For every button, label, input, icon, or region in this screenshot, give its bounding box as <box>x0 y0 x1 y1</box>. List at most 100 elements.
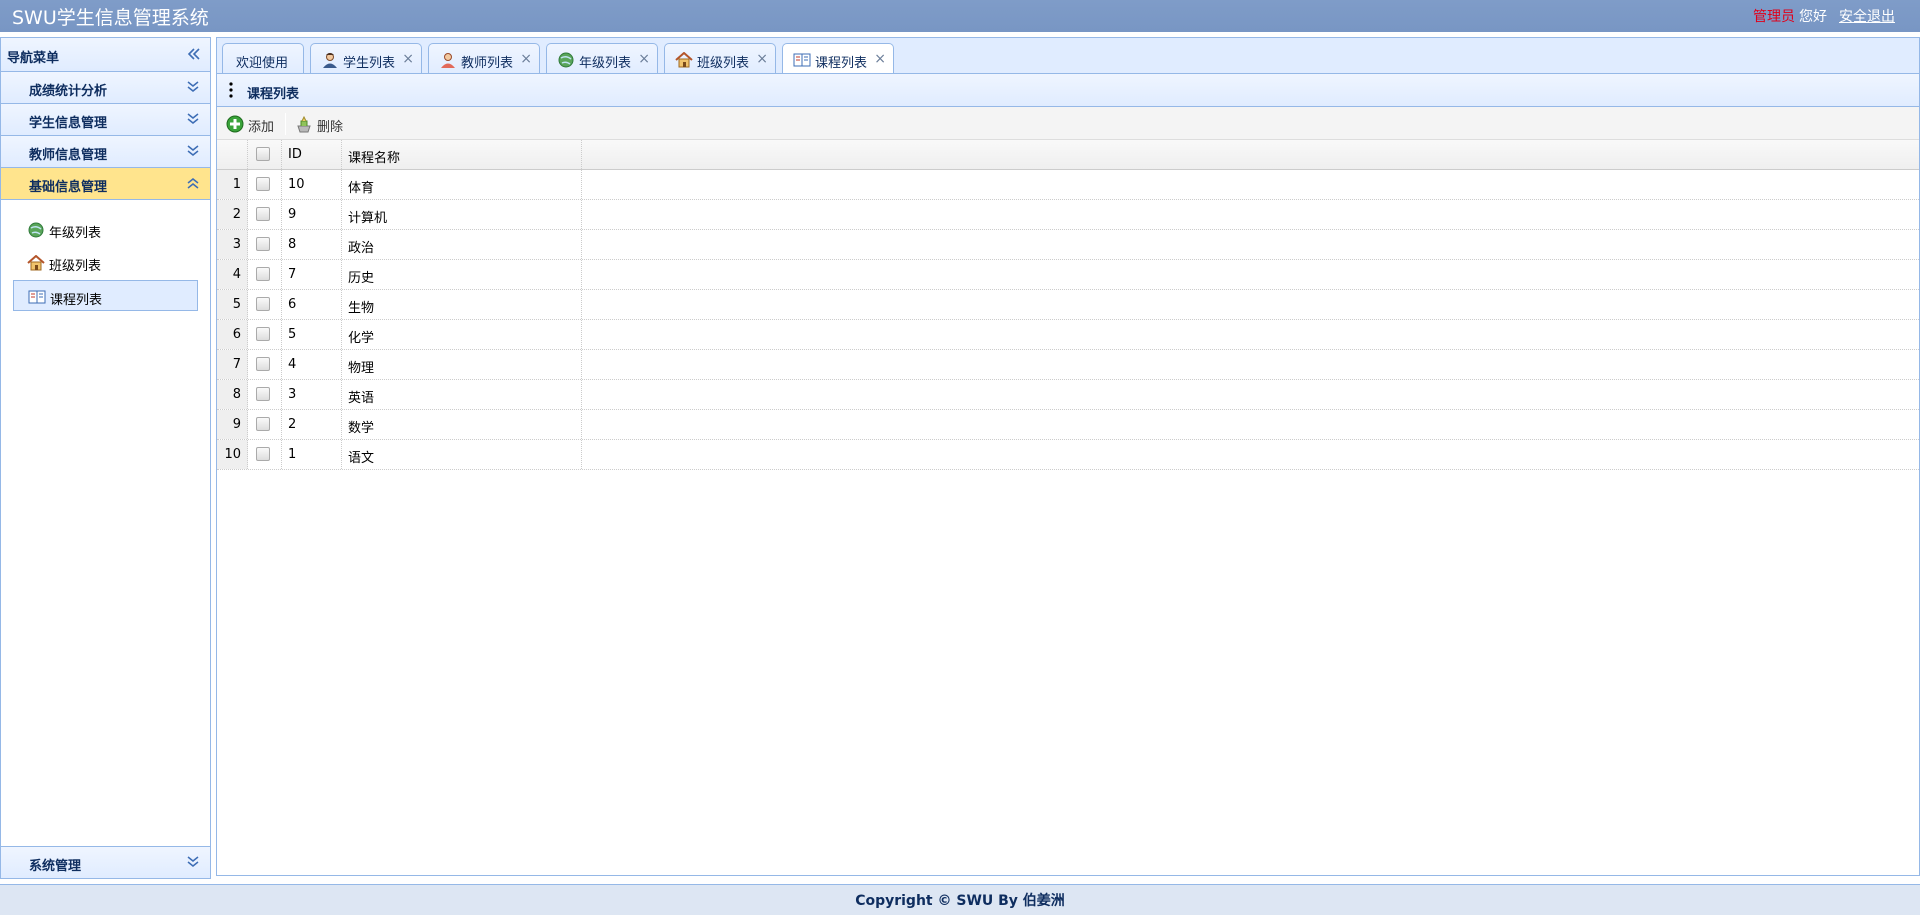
course-id: 10 <box>288 177 305 192</box>
table-row[interactable]: 8 3 英语 <box>217 380 1919 410</box>
row-checkbox[interactable] <box>256 237 270 251</box>
row-checkbox[interactable] <box>256 417 270 431</box>
teacher-icon <box>441 53 455 68</box>
double-chevron-down-icon <box>187 145 199 156</box>
course-id: 3 <box>288 387 297 402</box>
table-row[interactable]: 7 4 物理 <box>217 350 1919 380</box>
student-icon <box>323 53 337 68</box>
table-row[interactable]: 1 10 体育 <box>217 170 1919 200</box>
sidebar-section-teacher-management[interactable]: 教师信息管理 <box>1 136 210 168</box>
sidebar-section-score-analysis[interactable]: 成绩统计分析 <box>1 72 210 104</box>
table-row[interactable]: 2 9 计算机 <box>217 200 1919 230</box>
user-area: 管理员 您好 安全退出 <box>1753 6 1895 26</box>
course-name: 英语 <box>348 391 375 406</box>
course-name: 历史 <box>348 271 375 286</box>
row-select-cell <box>248 440 282 469</box>
column-header-id[interactable]: ID <box>282 140 342 169</box>
row-number: 8 <box>232 387 241 402</box>
row-checkbox[interactable] <box>256 357 270 371</box>
sidebar-section-label: 学生信息管理 <box>29 116 108 131</box>
row-number-cell: 2 <box>217 200 248 229</box>
row-checkbox[interactable] <box>256 447 270 461</box>
row-number: 10 <box>224 447 241 462</box>
tab-label: 班级列表 <box>697 56 750 71</box>
double-chevron-up-icon <box>187 178 199 189</box>
sidebar-section-label: 系统管理 <box>29 859 82 874</box>
user-greeting: 您好 <box>1799 9 1827 25</box>
delete-button-label: 删除 <box>317 120 344 135</box>
sidebar-title: 导航菜单 <box>7 51 60 66</box>
course-id: 5 <box>288 327 297 342</box>
table-row[interactable]: 9 2 数学 <box>217 410 1919 440</box>
course-name: 生物 <box>348 301 375 316</box>
tab-student-list[interactable]: 学生列表 × <box>310 43 422 75</box>
add-button[interactable]: 添加 <box>226 113 282 135</box>
id-cell: 4 <box>282 350 342 379</box>
tab-welcome[interactable]: 欢迎使用 <box>222 43 304 75</box>
row-number-cell: 6 <box>217 320 248 349</box>
row-select-cell <box>248 260 282 289</box>
rownum-header <box>217 140 248 169</box>
main-panel: 课程列表 添加 删除 ID 课程名称 1 10 体育 2 9 计算机 3 8 政治 4 7 历史 5 6 生… <box>216 73 1920 876</box>
row-select-cell <box>248 290 282 319</box>
tab-teacher-list[interactable]: 教师列表 × <box>428 43 540 75</box>
toolbar: 添加 删除 <box>217 107 1919 140</box>
globe-icon <box>28 222 44 238</box>
sidebar-item-grade-list[interactable]: 年级列表 <box>13 214 198 245</box>
course-id: 8 <box>288 237 297 252</box>
course-id: 7 <box>288 267 297 282</box>
sidebar-section-basic-info[interactable]: 基础信息管理 <box>1 168 210 200</box>
logout-link[interactable]: 安全退出 <box>1839 9 1895 25</box>
sidebar-section-label: 教师信息管理 <box>29 148 108 163</box>
course-name: 计算机 <box>348 211 388 226</box>
sidebar-item-label: 班级列表 <box>49 259 102 274</box>
sidebar-section-student-management[interactable]: 学生信息管理 <box>1 104 210 136</box>
table-row[interactable]: 4 7 历史 <box>217 260 1919 290</box>
sidebar-item-course-list[interactable]: 课程列表 <box>13 280 198 311</box>
course-name-cell: 计算机 <box>342 200 582 229</box>
sidebar-item-class-list[interactable]: 班级列表 <box>13 247 198 278</box>
book-icon <box>28 290 46 304</box>
tab-close-button[interactable]: × <box>638 51 650 67</box>
delete-button[interactable]: 删除 <box>295 113 351 135</box>
course-id: 6 <box>288 297 297 312</box>
book-icon <box>793 53 811 67</box>
row-number-cell: 10 <box>217 440 248 469</box>
delete-icon <box>297 115 311 133</box>
column-header-course-name[interactable]: 课程名称 <box>342 140 582 169</box>
table-row[interactable]: 10 1 语文 <box>217 440 1919 470</box>
id-cell: 1 <box>282 440 342 469</box>
row-checkbox[interactable] <box>256 387 270 401</box>
row-checkbox[interactable] <box>256 177 270 191</box>
row-number: 5 <box>232 297 241 312</box>
tab-label: 学生列表 <box>343 56 396 71</box>
course-name: 语文 <box>348 451 375 466</box>
copyright-text: Copyright © SWU By 伯姜洲 <box>855 893 1065 909</box>
row-number: 7 <box>232 357 241 372</box>
course-id: 1 <box>288 447 297 462</box>
course-name: 物理 <box>348 361 375 376</box>
select-all-checkbox[interactable] <box>256 147 270 161</box>
tab-grade-list[interactable]: 年级列表 × <box>546 43 658 75</box>
vertical-dots-icon <box>229 82 233 98</box>
table-row[interactable]: 5 6 生物 <box>217 290 1919 320</box>
row-checkbox[interactable] <box>256 207 270 221</box>
tab-close-button[interactable]: × <box>874 51 886 67</box>
table-row[interactable]: 6 5 化学 <box>217 320 1919 350</box>
collapse-left-icon[interactable] <box>186 46 202 62</box>
row-checkbox[interactable] <box>256 327 270 341</box>
house-icon <box>27 255 45 271</box>
tab-class-list[interactable]: 班级列表 × <box>664 43 776 75</box>
course-name-cell: 生物 <box>342 290 582 319</box>
row-number-cell: 1 <box>217 170 248 199</box>
tab-close-button[interactable]: × <box>402 51 414 67</box>
tab-close-button[interactable]: × <box>520 51 532 67</box>
tab-course-list[interactable]: 课程列表 × <box>782 43 894 76</box>
sidebar-section-system[interactable]: 系统管理 <box>1 846 210 878</box>
table-row[interactable]: 3 8 政治 <box>217 230 1919 260</box>
toolbar-divider <box>285 113 286 135</box>
row-checkbox[interactable] <box>256 267 270 281</box>
sidebar: 导航菜单 成绩统计分析 学生信息管理 教师信息管理 基础信息管理 年级列表 班级… <box>0 37 211 879</box>
tab-close-button[interactable]: × <box>756 51 768 67</box>
row-checkbox[interactable] <box>256 297 270 311</box>
